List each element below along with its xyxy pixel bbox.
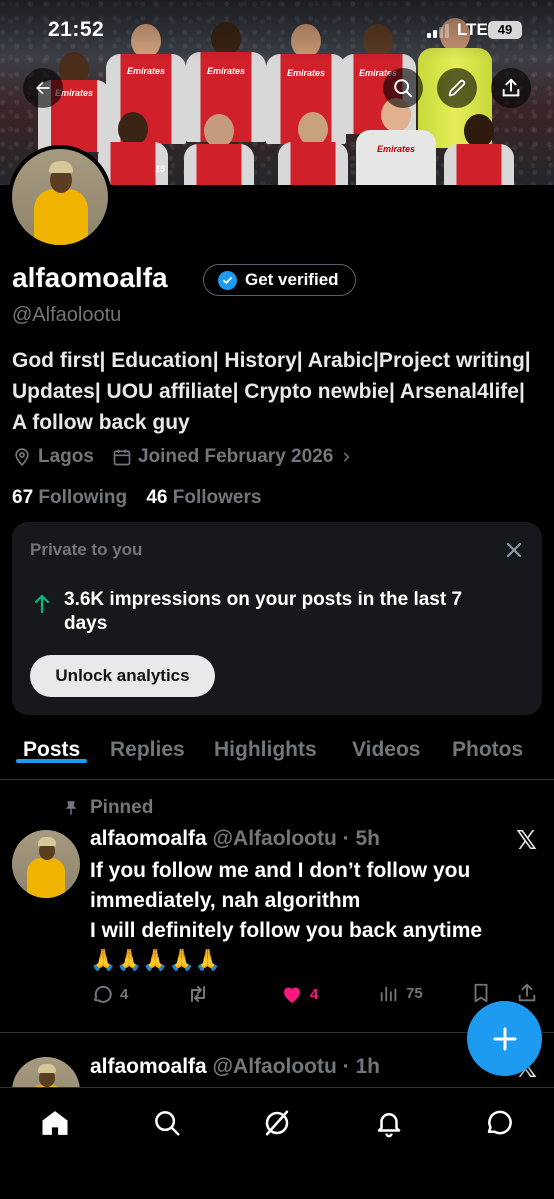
pencil-icon [448,79,466,97]
tab-posts[interactable]: Posts [15,728,88,763]
post-handle-time: @Alfaolootu · 5h [212,827,381,850]
nav-grok[interactable] [260,1106,294,1140]
private-analytics-card: Private to you 3.6K impressions on your … [12,522,542,715]
impressions-stat: 3.6K impressions on your posts in the la… [32,588,504,636]
location: Lagos [12,446,94,468]
card-title: Private to you [30,540,143,559]
home-icon [42,1111,68,1135]
post-author[interactable]: alfaomoalfa [90,827,207,850]
banner-player: 15 [98,112,168,185]
follow-counts: 67 Following 46 Followers [12,487,275,509]
status-bar: 21:52 LTE 49 [0,0,554,60]
profile-meta: Lagos Joined February 2026 [12,446,371,468]
nav-notifications[interactable] [372,1106,406,1140]
bookmark-icon [474,983,488,1003]
following-link[interactable]: 67 Following [12,487,141,508]
nav-home[interactable] [38,1106,72,1140]
nav-search[interactable] [150,1106,184,1140]
close-icon[interactable] [502,538,526,562]
reply-icon [94,985,112,1003]
battery-icon: 49 [488,21,522,39]
network-label: LTE [457,20,488,39]
share-icon [518,983,536,1002]
post-actions: 4 4 75 [90,982,542,1010]
share-profile-button[interactable] [491,68,531,108]
post-text: If you follow me and I don’t follow you … [90,859,483,972]
signal-icon [427,24,449,38]
bookmark-button[interactable] [470,982,492,1004]
tab-highlights[interactable]: Highlights [214,728,317,762]
views-chart-icon [380,986,397,1002]
bell-icon [377,1113,401,1138]
pinned-label: Pinned [62,797,153,819]
search-icon [394,79,413,98]
verified-badge-icon [218,270,237,290]
display-name: alfaomoalfa [12,262,168,293]
unlock-analytics-button[interactable]: Unlock analytics [30,655,215,697]
get-verified-button[interactable]: Get verified [203,264,356,296]
post-author[interactable]: alfaomoalfa [90,1055,207,1078]
get-verified-label: Get verified [245,270,339,289]
followers-link[interactable]: 46 Followers [146,487,275,508]
profile-bio: God first| Education| History| Arabic|Pr… [12,349,531,434]
chevron-right-icon [344,452,350,462]
share-post-button[interactable] [516,982,538,1004]
share-icon [502,78,520,97]
tab-photos[interactable]: Photos [452,728,523,762]
search-icon [155,1111,180,1136]
post-header: alfaomoalfa @Alfaolootu · 1h [90,1055,380,1079]
nav-messages[interactable] [482,1106,516,1140]
tab-replies[interactable]: Replies [110,728,185,762]
location-pin-icon [15,448,29,467]
search-button[interactable] [383,68,423,108]
growth-arrow-icon [34,594,50,614]
tab-videos[interactable]: Videos [352,728,420,762]
message-bubble-icon [487,1110,512,1135]
views-button[interactable]: 75 [378,982,423,1004]
back-arrow-icon [36,81,50,95]
joined-date[interactable]: Joined February 2026 [112,446,353,468]
post-avatar[interactable] [12,830,80,898]
profile-tabs: Posts Replies Highlights Videos Photos [0,728,554,780]
profile-avatar[interactable] [8,145,112,249]
plus-icon [493,1027,516,1050]
post-handle-time: @Alfaolootu · 1h [212,1055,381,1078]
repost-icon [191,986,205,1002]
compose-post-button[interactable] [467,1001,542,1076]
grok-icon [265,1110,289,1136]
pin-icon [65,801,77,815]
post-header: alfaomoalfa @Alfaolootu · 5h [90,827,380,851]
bottom-navigation [0,1087,554,1199]
banner-player [444,114,514,185]
status-time: 21:52 [48,18,105,41]
profile-handle: @Alfaolootu [12,304,122,326]
heart-filled-icon [284,987,300,1003]
edit-button[interactable] [437,68,477,108]
back-button[interactable] [23,68,63,108]
banner-player [278,112,348,185]
banner-player [184,114,254,185]
repost-button[interactable] [186,982,210,1006]
reply-button[interactable]: 4 [90,982,128,1006]
like-button[interactable]: 4 [280,982,318,1006]
x-logo-icon[interactable]: 𝕏 [516,826,537,856]
banner-player: Emirates [356,98,436,185]
calendar-icon [113,449,131,466]
